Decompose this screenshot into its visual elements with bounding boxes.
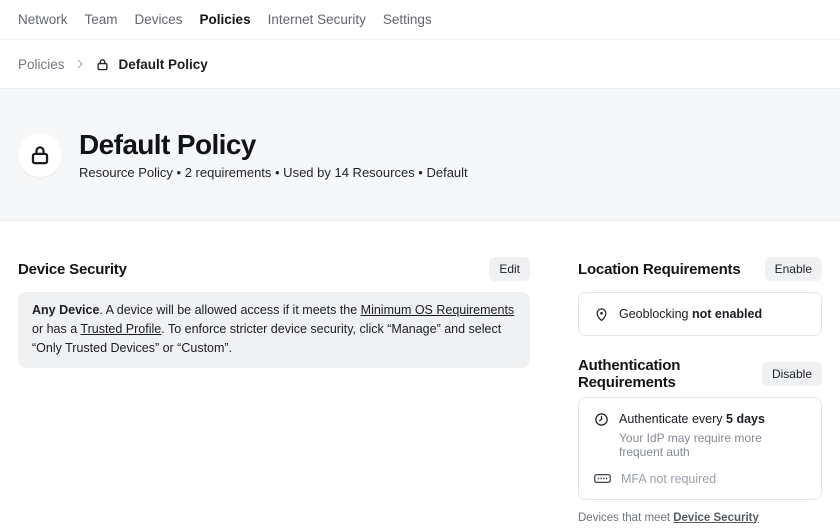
device-security-summary: Any Device. A device will be allowed acc…	[18, 292, 530, 368]
right-column: Location Requirements Enable Geoblocking…	[578, 257, 822, 528]
minimum-os-requirements-link[interactable]: Minimum OS Requirements	[361, 303, 515, 317]
nav-item-devices[interactable]: Devices	[135, 12, 183, 27]
summary-text: or has a	[32, 322, 80, 336]
location-requirements-section: Location Requirements Enable Geoblocking…	[578, 257, 822, 336]
lock-icon	[95, 57, 110, 72]
top-nav: Network Team Devices Policies Internet S…	[0, 0, 840, 40]
chevron-right-icon	[74, 58, 86, 70]
header-text: Default Policy Resource Policy • 2 requi…	[79, 129, 468, 180]
nav-item-policies[interactable]: Policies	[200, 12, 251, 27]
enable-button[interactable]: Enable	[765, 257, 822, 281]
page-subtitle: Resource Policy • 2 requirements • Used …	[79, 165, 468, 180]
geoblocking-card: Geoblocking not enabled	[578, 292, 822, 336]
clock-icon	[594, 412, 609, 427]
location-requirements-heading: Location Requirements	[578, 261, 741, 278]
disable-button[interactable]: Disable	[762, 362, 822, 386]
avatar	[18, 133, 62, 177]
device-security-link[interactable]: Device Security	[673, 512, 759, 524]
geoblocking-status: Geoblocking not enabled	[619, 306, 762, 322]
summary-lead: Any Device	[32, 303, 99, 317]
password-dots-icon	[594, 473, 611, 484]
mfa-status: MFA not required	[621, 472, 716, 486]
idp-note: Your IdP may require more frequent auth	[619, 431, 806, 459]
lock-icon	[27, 142, 53, 168]
map-pin-icon	[594, 307, 609, 322]
breadcrumb-policies-link[interactable]: Policies	[18, 57, 65, 72]
page-title: Default Policy	[79, 129, 468, 161]
nav-item-settings[interactable]: Settings	[383, 12, 432, 27]
policy-header: Default Policy Resource Policy • 2 requi…	[0, 89, 840, 221]
nav-item-team[interactable]: Team	[85, 12, 118, 27]
trusted-profile-link[interactable]: Trusted Profile	[80, 322, 161, 336]
breadcrumb: Policies Default Policy	[0, 40, 840, 89]
authentication-footnote: Devices that meet Device Security requir…	[578, 510, 822, 528]
nav-item-network[interactable]: Network	[18, 12, 68, 27]
auth-frequency: Authenticate every 5 days Your IdP may r…	[619, 411, 806, 458]
summary-text: . A device will be allowed access if it …	[99, 303, 360, 317]
authentication-requirements-heading: Authentication Requirements	[578, 357, 762, 391]
nav-item-internet-security[interactable]: Internet Security	[268, 12, 366, 27]
breadcrumb-current: Default Policy	[119, 57, 208, 72]
edit-button[interactable]: Edit	[489, 257, 530, 281]
authentication-requirements-section: Authentication Requirements Disable Auth…	[578, 362, 822, 528]
authentication-card: Authenticate every 5 days Your IdP may r…	[578, 397, 822, 499]
device-security-heading: Device Security	[18, 261, 127, 278]
device-security-section: Device Security Edit Any Device. A devic…	[18, 257, 530, 528]
main-content: Device Security Edit Any Device. A devic…	[0, 221, 840, 528]
